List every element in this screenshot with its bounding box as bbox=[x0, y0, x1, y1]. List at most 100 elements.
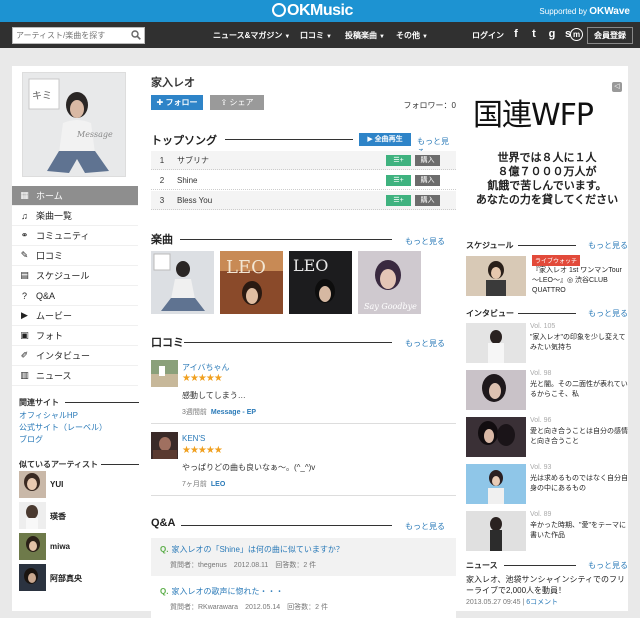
albums-more-link[interactable]: もっと見る bbox=[405, 236, 445, 247]
section-divider bbox=[181, 525, 392, 526]
buy-button[interactable]: 購入 bbox=[415, 154, 440, 166]
reviewer-name[interactable]: KEN'S bbox=[182, 434, 205, 443]
google-icon[interactable]: g bbox=[546, 28, 558, 41]
news-comments-link[interactable]: 6コメント bbox=[526, 599, 558, 606]
schedule-thumbnail[interactable] bbox=[466, 256, 526, 296]
interview-thumbnail bbox=[466, 464, 526, 504]
twitter-icon[interactable]: t bbox=[528, 28, 540, 41]
interview-more-link[interactable]: もっと見る bbox=[588, 308, 628, 319]
menu-photo[interactable]: ▣ フォト bbox=[12, 326, 138, 346]
menu-song-list[interactable]: ♫ 楽曲一覧 bbox=[12, 206, 138, 226]
nav-others[interactable]: その他 ▼ bbox=[396, 30, 428, 41]
add-to-playlist-button[interactable]: ☰+ bbox=[386, 154, 411, 166]
news-title: ニュース bbox=[466, 561, 498, 570]
caret-down-icon: ▼ bbox=[422, 34, 428, 40]
album-cover[interactable]: LEO bbox=[289, 251, 352, 314]
divider bbox=[151, 423, 456, 424]
section-divider bbox=[101, 464, 139, 465]
similar-artist-abe-mao[interactable]: 阿部真央 bbox=[19, 564, 129, 591]
schedule-more-link[interactable]: もっと見る bbox=[588, 240, 628, 251]
search-icon[interactable] bbox=[131, 30, 141, 40]
artist-photo[interactable]: キミ Message bbox=[22, 72, 126, 177]
ad-info-icon[interactable]: ◁ bbox=[612, 82, 622, 92]
supported-by[interactable]: Supported by OKWave bbox=[539, 6, 630, 17]
section-divider bbox=[518, 245, 576, 246]
schedule-text[interactable]: 『家入レオ 1st ワンマンTour ～LEO～』◎ 渋谷CLUB QUATTR… bbox=[532, 266, 628, 296]
share-button[interactable]: ⇪ シェア bbox=[210, 95, 264, 110]
okmusic-logo[interactable]: OKMusic bbox=[272, 2, 353, 20]
album-cover[interactable]: Say Goodbye bbox=[358, 251, 421, 314]
news-more-link[interactable]: もっと見る bbox=[588, 560, 628, 571]
interview-item[interactable]: Vol. 98 光と闇。その二面性が表れているからこそ、私 bbox=[466, 370, 628, 410]
album-art: LEO bbox=[289, 251, 352, 314]
review-text: やっぱりどの曲も良いなぁ～。(^_^)v bbox=[182, 463, 316, 472]
label-site-link[interactable]: 公式サイト（レーベル） bbox=[19, 422, 107, 434]
buy-button[interactable]: 購入 bbox=[415, 194, 440, 206]
similar-artist-yui[interactable]: YUI bbox=[19, 471, 129, 498]
mic-icon: ✐ bbox=[20, 350, 29, 360]
review-work-link[interactable]: LEO bbox=[211, 481, 225, 488]
play-all-button[interactable]: ▶ 全曲再生 bbox=[359, 133, 411, 146]
schedule-title: スケジュール bbox=[466, 241, 514, 250]
avatar[interactable] bbox=[151, 432, 178, 459]
album-cover[interactable] bbox=[151, 251, 214, 314]
add-to-playlist-button[interactable]: ☰+ bbox=[386, 174, 411, 186]
menu-home[interactable]: ▦ ホーム bbox=[12, 186, 138, 206]
search-input[interactable] bbox=[13, 28, 125, 43]
register-button[interactable]: 会員登録 bbox=[587, 27, 633, 44]
grid-icon: ▦ bbox=[20, 190, 29, 200]
review-work-link[interactable]: Message - EP bbox=[211, 409, 256, 416]
q-mark: Q. bbox=[160, 587, 169, 596]
song-row[interactable]: 3 Bless You ☰+ 購入 bbox=[151, 191, 456, 210]
q-mark: Q. bbox=[160, 545, 169, 554]
blog-link[interactable]: ブログ bbox=[19, 434, 107, 446]
nav-posted-songs[interactable]: 投稿楽曲 ▼ bbox=[345, 30, 385, 41]
news-meta: 2013.05.27 09:45 | 6コメント bbox=[466, 599, 559, 606]
interview-item[interactable]: Vol. 105 "家入レオ"の印象を少し変えてみたい気持ち bbox=[466, 323, 628, 363]
official-hp-link[interactable]: オフィシャルHP bbox=[19, 410, 107, 422]
nav-news-magazine[interactable]: ニュース&マガジン ▼ bbox=[213, 30, 290, 41]
main-column: 家入レオ ✚ フォロー ⇪ シェア フォロワー：0 トップソング ▶ 全曲再生 … bbox=[151, 66, 456, 618]
caret-down-icon: ▼ bbox=[284, 34, 291, 40]
login-link[interactable]: ログイン bbox=[472, 30, 504, 41]
search-box[interactable] bbox=[12, 27, 145, 44]
wfp-advertisement[interactable]: ◁ 国連WFP 世界では８人に１人 ８億７０００万人が 飢餓で苦しんでいます。 … bbox=[466, 76, 628, 234]
reviewer-name[interactable]: アイバちゃん bbox=[182, 362, 229, 373]
similar-artists-title: 似ているアーティスト bbox=[19, 459, 139, 470]
news-headline[interactable]: 家入レオ、池袋サンシャインシティでのフリーライブで2,000人を動員！ bbox=[466, 574, 628, 596]
menu-reviews[interactable]: ✎ 口コミ bbox=[12, 246, 138, 266]
menu-news[interactable]: ▥ ニュース bbox=[12, 366, 138, 386]
reviews-more-link[interactable]: もっと見る bbox=[405, 338, 445, 349]
review-meta: 3週間前 Message - EP bbox=[182, 409, 257, 416]
buy-button[interactable]: 購入 bbox=[415, 174, 440, 186]
add-to-playlist-button[interactable]: ☰+ bbox=[386, 194, 411, 206]
artist-photo-art: キミ Message bbox=[23, 73, 125, 176]
menu-interview[interactable]: ✐ インタビュー bbox=[12, 346, 138, 366]
album-art bbox=[151, 251, 214, 314]
avatar[interactable] bbox=[151, 360, 178, 387]
song-row[interactable]: 2 Shine ☰+ 購入 bbox=[151, 171, 456, 190]
qa-item[interactable]: Q. 家入レオの「Shine」は何の曲に似ていますか？ 質問者：thegenus … bbox=[151, 538, 456, 576]
follow-button[interactable]: ✚ フォロー bbox=[151, 95, 203, 110]
menu-qa[interactable]: ? Q&A bbox=[12, 286, 138, 306]
menu-movie[interactable]: ▶ ムービー bbox=[12, 306, 138, 326]
album-cover[interactable]: LEO bbox=[220, 251, 283, 314]
song-row[interactable]: 1 サブリナ ☰+ 購入 bbox=[151, 151, 456, 170]
right-column: ◁ 国連WFP 世界では８人に１人 ８億７０００万人が 飢餓で苦しんでいます。 … bbox=[466, 66, 628, 611]
interview-item[interactable]: Vol. 93 光は求めるものではなく自分自身の中にあるもの bbox=[466, 464, 628, 504]
calendar-icon: ▤ bbox=[20, 270, 29, 280]
similar-artist-2[interactable]: 瑛香 bbox=[19, 502, 129, 529]
caret-down-icon: ▼ bbox=[326, 34, 332, 40]
section-divider bbox=[504, 565, 576, 566]
qa-more-link[interactable]: もっと見る bbox=[405, 521, 445, 532]
nav-reviews[interactable]: 口コミ ▼ bbox=[300, 30, 332, 41]
facebook-icon[interactable]: f bbox=[510, 28, 522, 41]
interview-item[interactable]: Vol. 89 辛かった時期、"愛"をテーマに書いた作品 bbox=[466, 511, 628, 551]
qa-item[interactable]: Q. 家入レオの歌声に惚れた・・・ 質問者：RKwarawara 2012.05.… bbox=[151, 580, 456, 618]
ad-headline: 国連WFP bbox=[473, 98, 594, 133]
similar-artist-miwa[interactable]: miwa bbox=[19, 533, 129, 560]
menu-schedule[interactable]: ▤ スケジュール bbox=[12, 266, 138, 286]
mixi-icon[interactable]: m bbox=[570, 28, 583, 41]
interview-item[interactable]: Vol. 96 愛と向き合うことは自分の感情と向き合うこと bbox=[466, 417, 628, 457]
menu-community[interactable]: ⚭ コミュニティ bbox=[12, 226, 138, 246]
